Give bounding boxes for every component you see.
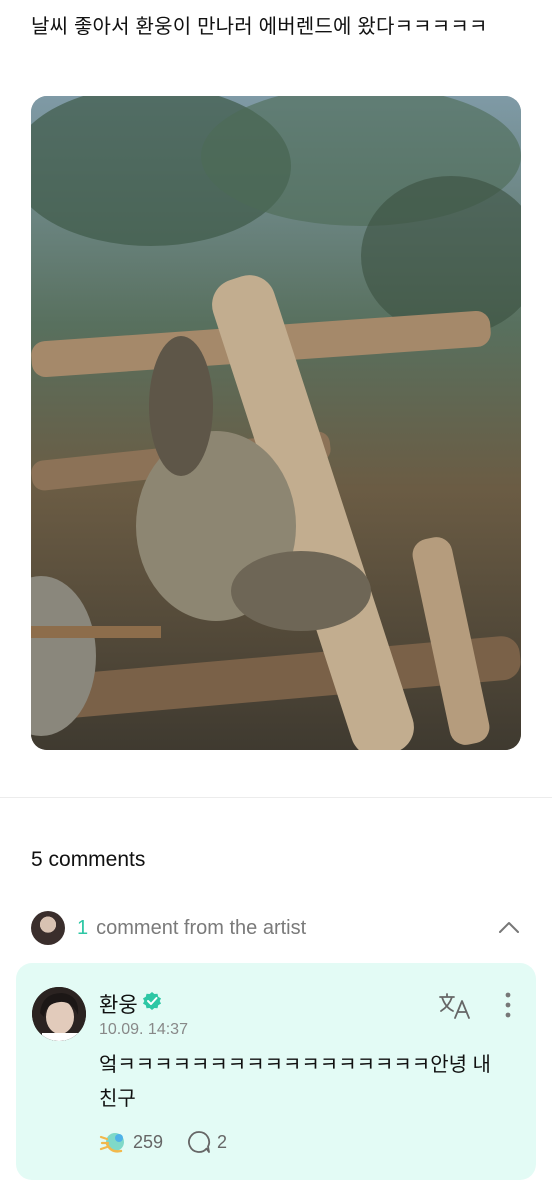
reaction-icon[interactable] (99, 1129, 127, 1155)
comment-timestamp: 10.09. 14:37 (99, 1021, 188, 1038)
chevron-up-icon[interactable] (497, 916, 521, 940)
post-photo[interactable] (31, 96, 521, 750)
reply-count: 2 (217, 1131, 228, 1152)
post-text: 날씨 좋아서 환웅이 만나러 에버렌드에 왔다ㅋㅋㅋㅋㅋ (31, 16, 488, 38)
artist-comments-toggle[interactable]: 1 comment from the artist (31, 910, 525, 946)
artist-comment-count: 1 (77, 916, 89, 939)
verified-badge-icon (143, 992, 161, 1010)
reply-bubble-icon[interactable] (187, 1130, 211, 1154)
artist-comment-label: comment from the artist (96, 916, 307, 939)
artist-avatar (31, 911, 65, 945)
section-divider (0, 797, 552, 798)
more-vertical-icon[interactable] (502, 991, 514, 1019)
comment-body: 엌ㅋㅋㅋㅋㅋㅋㅋㅋㅋㅋㅋㅋㅋㅋㅋㅋㅋ안녕 내 친구 (99, 1054, 491, 1110)
artist-comment-card: 환웅 10.09. 14:37 엌ㅋㅋㅋㅋㅋㅋㅋㅋㅋㅋㅋㅋㅋㅋㅋㅋㅋ안녕 내 친… (16, 963, 536, 1180)
reaction-count: 259 (133, 1131, 164, 1152)
translate-icon[interactable] (438, 991, 472, 1021)
comment-author-avatar[interactable] (32, 987, 86, 1041)
comments-count: 5 comments (31, 848, 146, 871)
comment-actions: 259 2 (99, 1128, 227, 1156)
comment-author-name[interactable]: 환웅 (99, 989, 138, 1019)
